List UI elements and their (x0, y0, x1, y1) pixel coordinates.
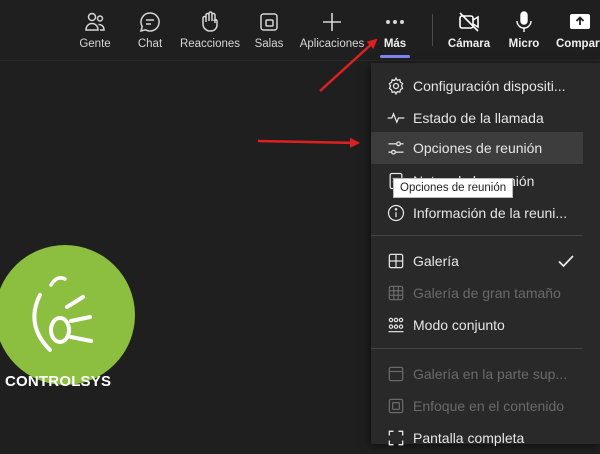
arrow-to-meeting-options (257, 137, 360, 148)
arrow-to-more-button (319, 38, 378, 92)
annotation-arrows (257, 38, 378, 148)
